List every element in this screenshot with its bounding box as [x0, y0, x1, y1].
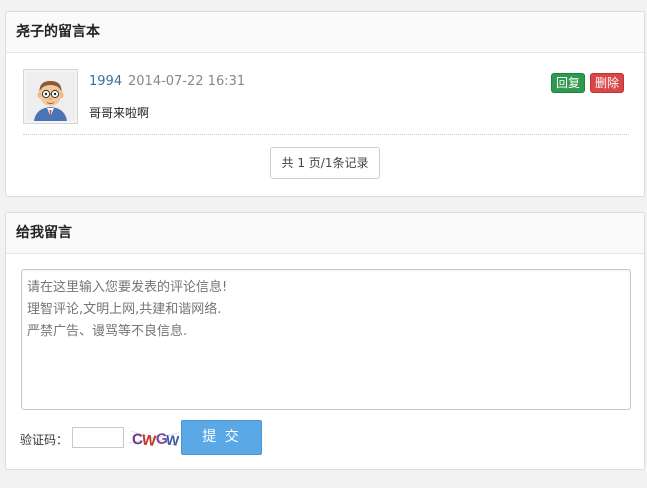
svg-text:W: W — [165, 432, 179, 449]
cartoon-man-avatar-icon — [26, 72, 75, 121]
guestbook-panel: 尧子的留言本 1994 2014-07-22 16:31 哥哥来啦啊 回复 删除… — [5, 11, 645, 197]
comment-textarea[interactable] — [21, 269, 631, 410]
leave-message-panel: 给我留言 验证码： C W G W 提 交 — [5, 212, 645, 470]
captcha-label: 验证码： — [20, 433, 69, 447]
captcha-image[interactable]: C W G W — [129, 427, 179, 449]
pagination-info: 共 1 页/1条记录 — [270, 147, 380, 179]
captcha-input[interactable] — [72, 427, 124, 448]
submit-button[interactable]: 提 交 — [181, 420, 262, 455]
message-author-link[interactable]: 1994 — [89, 74, 122, 89]
message-content: 哥哥来啦啊 — [89, 106, 150, 120]
reply-button[interactable]: 回复 — [551, 73, 586, 93]
guestbook-title: 尧子的留言本 — [6, 12, 644, 53]
message-divider — [23, 134, 629, 135]
message-timestamp: 2014-07-22 16:31 — [128, 74, 246, 89]
leave-message-title: 给我留言 — [6, 213, 644, 254]
user-avatar — [23, 69, 78, 124]
delete-button[interactable]: 删除 — [590, 73, 625, 93]
